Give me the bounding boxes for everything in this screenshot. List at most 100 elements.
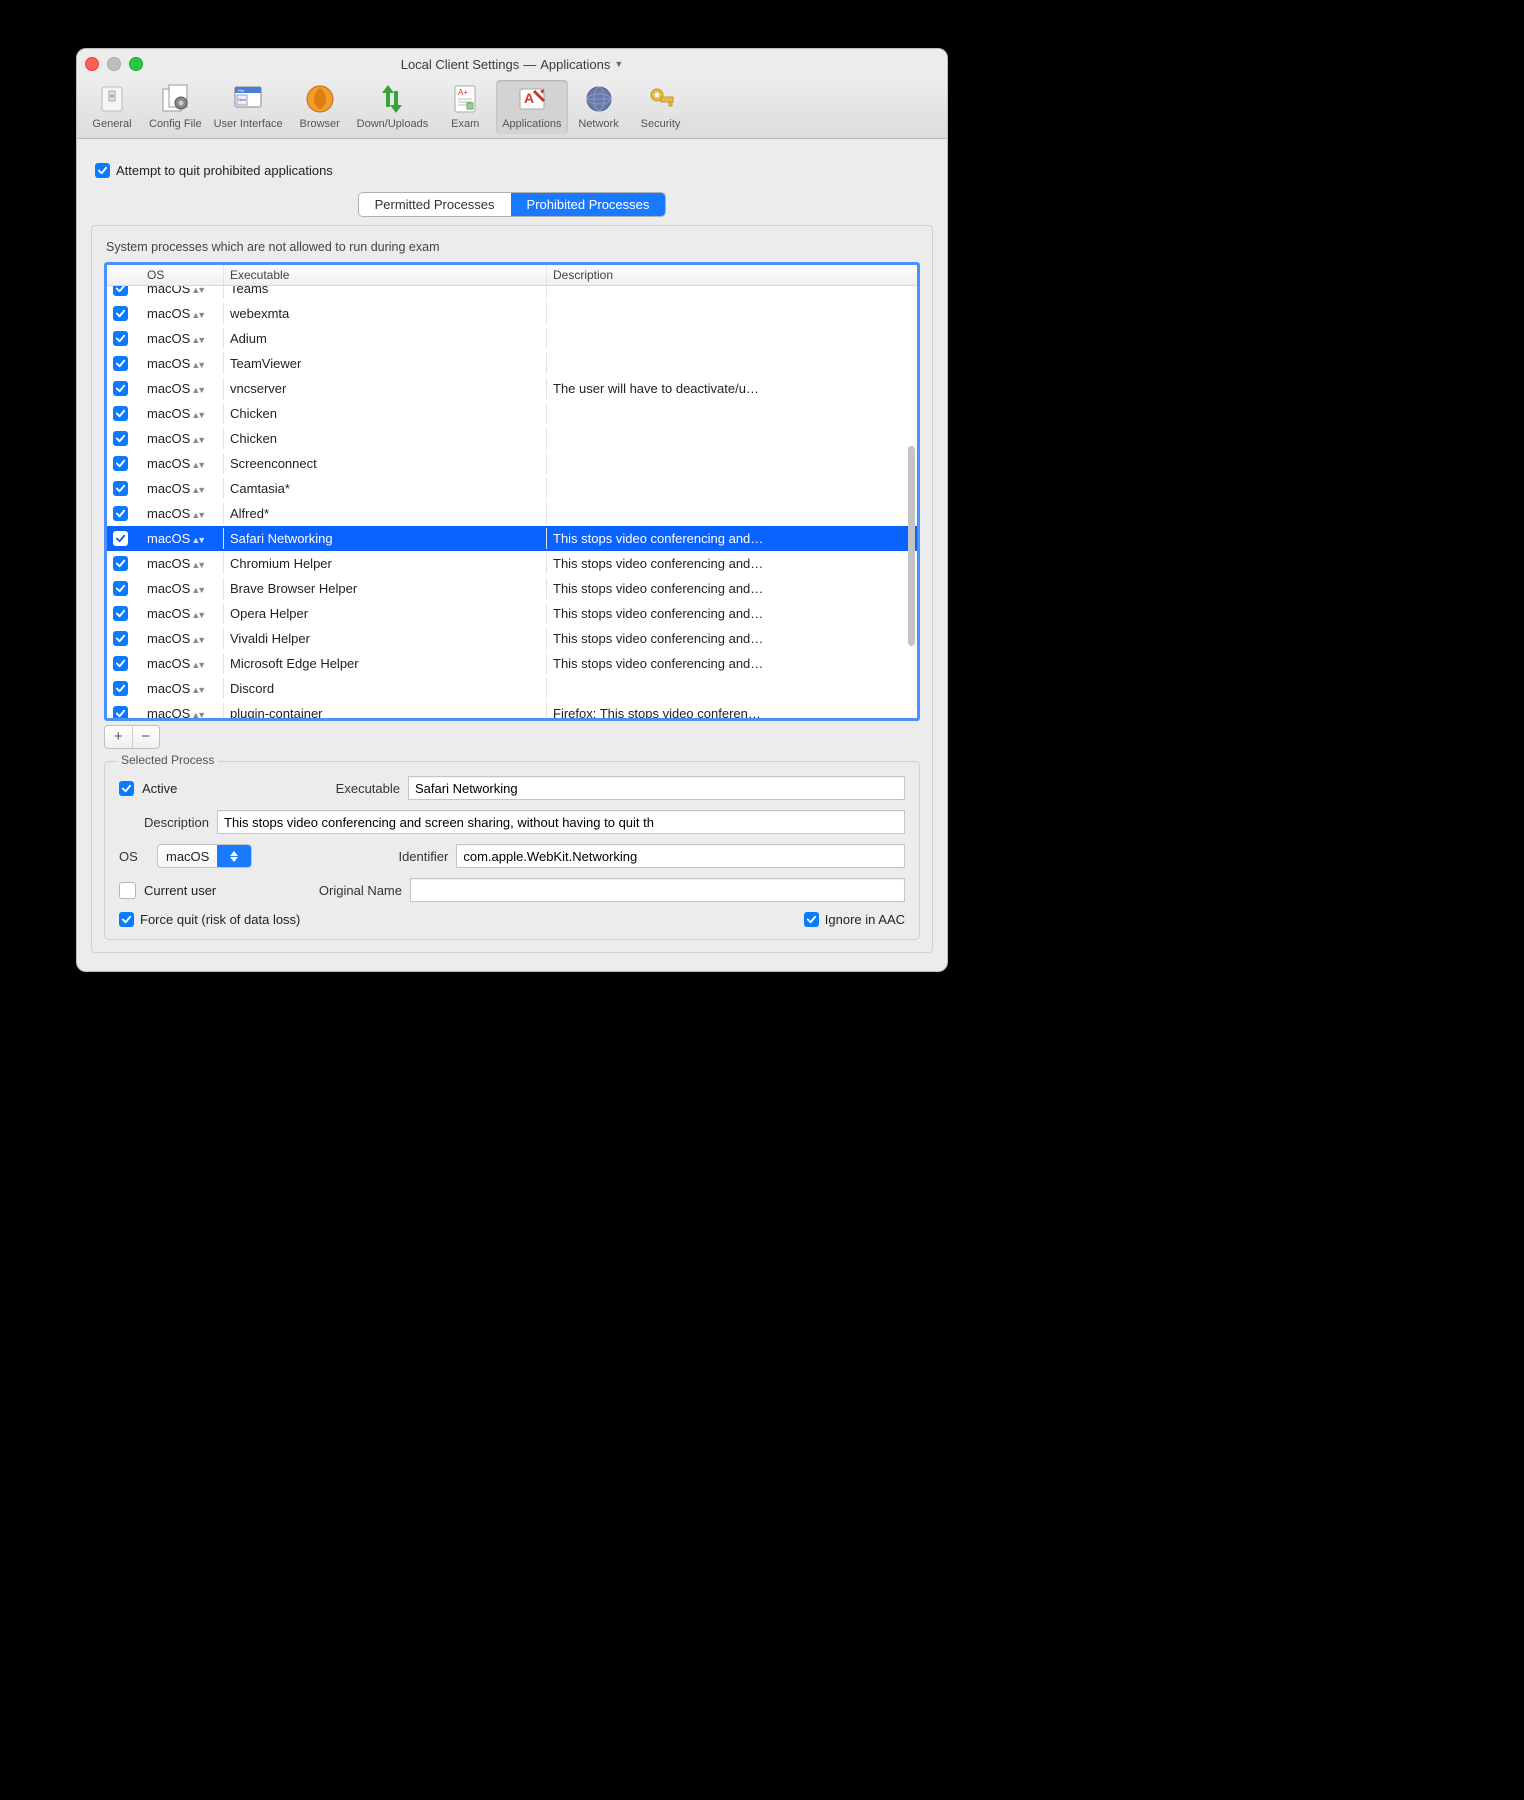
original-name-label: Original Name — [282, 883, 402, 898]
current-user-checkbox[interactable] — [119, 882, 136, 899]
table-row[interactable]: macOS▲▼ Teams — [107, 286, 917, 301]
table-row[interactable]: macOS▲▼ vncserver The user will have to … — [107, 376, 917, 401]
ignore-aac-checkbox[interactable] — [804, 912, 819, 927]
toolbar-label: General — [92, 118, 131, 130]
zoom-icon[interactable] — [129, 57, 143, 71]
sort-arrows-icon: ▲▼ — [191, 585, 203, 595]
title-left: Local Client Settings — [401, 57, 520, 72]
table-row[interactable]: macOS▲▼ plugin-container Firefox: This s… — [107, 701, 917, 718]
toolbar-item-updown[interactable]: Down/Uploads — [351, 80, 435, 134]
row-active-checkbox[interactable] — [113, 481, 128, 496]
toolbar-item-apps[interactable]: AApplications — [496, 80, 567, 134]
minimize-icon[interactable] — [107, 57, 121, 71]
process-table: OS Executable Description macOS▲▼ Teams … — [104, 262, 920, 721]
os-select[interactable]: macOS — [157, 844, 252, 868]
toolbar-item-network[interactable]: Network — [568, 80, 630, 134]
table-row[interactable]: macOS▲▼ Screenconnect — [107, 451, 917, 476]
add-button[interactable]: + — [105, 726, 133, 748]
row-executable: Chromium Helper — [224, 553, 547, 574]
row-executable: plugin-container — [224, 703, 547, 718]
row-active-checkbox[interactable] — [113, 581, 128, 596]
sort-arrows-icon: ▲▼ — [191, 360, 203, 370]
network-icon — [582, 82, 616, 116]
svg-text:New: New — [238, 97, 246, 102]
scrollbar[interactable] — [908, 446, 915, 646]
force-quit-checkbox[interactable] — [119, 912, 134, 927]
sort-arrows-icon: ▲▼ — [191, 560, 203, 570]
row-executable: Safari Networking — [224, 528, 547, 549]
content-area: Attempt to quit prohibited applications … — [77, 139, 947, 971]
table-row[interactable]: macOS▲▼ Microsoft Edge Helper This stops… — [107, 651, 917, 676]
table-row[interactable]: macOS▲▼ TeamViewer — [107, 351, 917, 376]
row-active-checkbox[interactable] — [113, 356, 128, 371]
window-title[interactable]: Local Client Settings — Applications ▼ — [155, 57, 869, 72]
force-quit-label: Force quit (risk of data loss) — [140, 912, 300, 927]
table-header: OS Executable Description — [107, 265, 917, 286]
row-active-checkbox[interactable] — [113, 606, 128, 621]
row-description: This stops video conferencing and… — [547, 653, 917, 674]
row-active-checkbox[interactable] — [113, 681, 128, 696]
table-row[interactable]: macOS▲▼ Safari Networking This stops vid… — [107, 526, 917, 551]
table-row[interactable]: macOS▲▼ Camtasia* — [107, 476, 917, 501]
col-description[interactable]: Description — [547, 265, 917, 285]
row-executable: Adium — [224, 328, 547, 349]
remove-button[interactable]: − — [133, 726, 160, 748]
toolbar-item-browser[interactable]: Browser — [289, 80, 351, 134]
row-active-checkbox[interactable] — [113, 706, 128, 719]
table-body[interactable]: macOS▲▼ Teams macOS▲▼ webexmta macOS▲▼ A… — [107, 286, 917, 718]
row-active-checkbox[interactable] — [113, 406, 128, 421]
row-active-checkbox[interactable] — [113, 381, 128, 396]
executable-input[interactable] — [408, 776, 905, 800]
row-active-checkbox[interactable] — [113, 306, 128, 321]
row-os: macOS — [147, 286, 190, 296]
table-row[interactable]: macOS▲▼ Vivaldi Helper This stops video … — [107, 626, 917, 651]
col-os[interactable]: OS — [141, 265, 224, 285]
row-active-checkbox[interactable] — [113, 631, 128, 646]
current-user-label: Current user — [144, 883, 274, 898]
row-description — [547, 411, 917, 417]
table-row[interactable]: macOS▲▼ Brave Browser Helper This stops … — [107, 576, 917, 601]
original-name-input[interactable] — [410, 878, 905, 902]
row-description: This stops video conferencing and… — [547, 528, 917, 549]
table-row[interactable]: macOS▲▼ Chromium Helper This stops video… — [107, 551, 917, 576]
toolbar-item-ui[interactable]: FileNewUser Interface — [208, 80, 289, 134]
row-os: macOS — [147, 506, 190, 521]
toolbar: General Config FileFileNewUser InterfaceB… — [77, 76, 947, 139]
tab-permitted[interactable]: Permitted Processes — [359, 193, 511, 216]
row-active-checkbox[interactable] — [113, 556, 128, 571]
active-checkbox[interactable] — [119, 781, 134, 796]
updown-icon — [375, 82, 409, 116]
row-description: This stops video conferencing and… — [547, 553, 917, 574]
description-input[interactable] — [217, 810, 905, 834]
row-active-checkbox[interactable] — [113, 286, 128, 296]
toolbar-item-config[interactable]: Config File — [143, 80, 208, 134]
attempt-quit-checkbox[interactable] — [95, 163, 110, 178]
identifier-input[interactable] — [456, 844, 905, 868]
row-description: This stops video conferencing and… — [547, 578, 917, 599]
row-active-checkbox[interactable] — [113, 431, 128, 446]
table-row[interactable]: macOS▲▼ Adium — [107, 326, 917, 351]
table-row[interactable]: macOS▲▼ Discord — [107, 676, 917, 701]
row-active-checkbox[interactable] — [113, 456, 128, 471]
row-os: macOS — [147, 656, 190, 671]
traffic-lights — [85, 57, 155, 71]
table-row[interactable]: macOS▲▼ webexmta — [107, 301, 917, 326]
row-active-checkbox[interactable] — [113, 531, 128, 546]
row-active-checkbox[interactable] — [113, 506, 128, 521]
active-label: Active — [142, 781, 302, 796]
toolbar-item-exam[interactable]: A+Exam — [434, 80, 496, 134]
table-row[interactable]: macOS▲▼ Chicken — [107, 401, 917, 426]
table-row[interactable]: macOS▲▼ Chicken — [107, 426, 917, 451]
row-active-checkbox[interactable] — [113, 656, 128, 671]
tab-prohibited[interactable]: Prohibited Processes — [511, 193, 666, 216]
attempt-quit-row: Attempt to quit prohibited applications — [91, 153, 933, 190]
toolbar-item-general[interactable]: General — [81, 80, 143, 134]
toolbar-item-security[interactable]: Security — [630, 80, 692, 134]
table-row[interactable]: macOS▲▼ Alfred* — [107, 501, 917, 526]
row-active-checkbox[interactable] — [113, 331, 128, 346]
table-row[interactable]: macOS▲▼ Opera Helper This stops video co… — [107, 601, 917, 626]
row-executable: vncserver — [224, 378, 547, 399]
col-executable[interactable]: Executable — [224, 265, 547, 285]
close-icon[interactable] — [85, 57, 99, 71]
title-right: Applications — [540, 57, 610, 72]
